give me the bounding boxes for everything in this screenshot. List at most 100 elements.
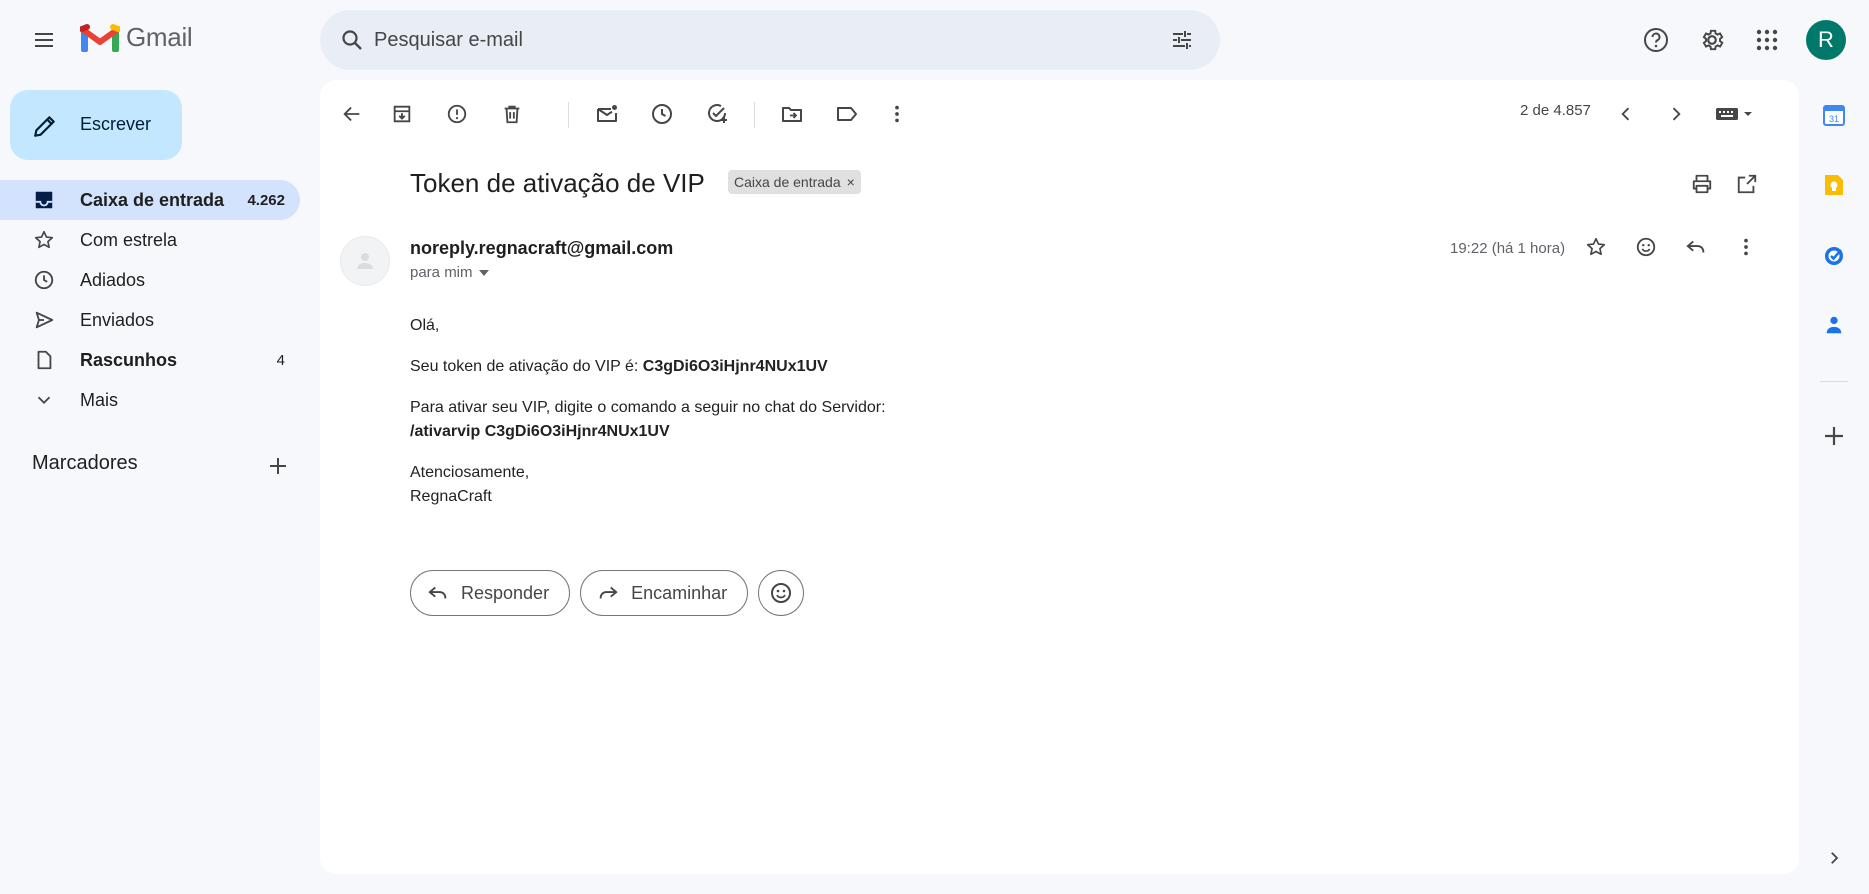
emoji-reaction-button[interactable] xyxy=(758,570,805,616)
chevron-left-icon xyxy=(1621,107,1630,121)
send-icon xyxy=(32,308,56,332)
reply-pill-button[interactable]: Responder xyxy=(410,570,571,616)
move-to-button[interactable] xyxy=(772,94,812,134)
recipient-text: para mim xyxy=(410,264,473,281)
report-spam-button[interactable] xyxy=(437,94,477,134)
clock-icon xyxy=(32,268,56,292)
help-icon xyxy=(1644,28,1668,52)
search-options-button[interactable] xyxy=(1164,22,1200,58)
sidebar-item-label: Caixa de entrada xyxy=(80,190,225,210)
search-button[interactable] xyxy=(334,22,370,58)
print-icon xyxy=(1692,174,1712,194)
get-addons-button[interactable] xyxy=(1814,416,1854,456)
sidebar-item-snoozed[interactable]: Adiados xyxy=(0,260,300,300)
pagination-count: 2 de 4.857 xyxy=(1520,102,1591,119)
reply-button[interactable] xyxy=(1676,227,1716,267)
sidebar-item-label: Mais xyxy=(80,390,119,410)
tasks-app-button[interactable] xyxy=(1814,235,1854,275)
sidebar-item-starred[interactable]: Com estrela xyxy=(0,220,300,260)
more-vert-icon xyxy=(895,105,899,123)
email-timestamp: 19:22 (há 1 hora) xyxy=(1450,240,1566,257)
more-options-button[interactable] xyxy=(877,94,917,134)
print-button[interactable] xyxy=(1682,164,1722,204)
report-icon xyxy=(447,104,467,124)
inbox-icon xyxy=(32,188,56,212)
tune-icon xyxy=(1173,31,1191,49)
sidebar-nav: Caixa de entrada 4.262 Com estrela Adiad… xyxy=(0,180,300,420)
chevron-right-icon xyxy=(1672,107,1681,121)
labels-button[interactable] xyxy=(827,94,867,134)
support-button[interactable] xyxy=(1632,16,1680,64)
label-icon xyxy=(837,107,857,121)
tasks-icon xyxy=(1825,247,1843,265)
recipient-details[interactable]: para mim xyxy=(410,264,489,281)
add-to-tasks-button[interactable] xyxy=(697,94,737,134)
compose-button[interactable]: Escrever xyxy=(10,90,182,160)
person-icon xyxy=(357,253,373,269)
back-button[interactable] xyxy=(332,94,372,134)
calendar-day: 31 xyxy=(1829,114,1839,124)
token-line-text: Seu token de ativação do VIP é: xyxy=(410,358,643,375)
labels-header: Marcadores xyxy=(32,452,138,474)
forward-pill-button[interactable]: Encaminhar xyxy=(580,570,749,616)
mark-unread-icon xyxy=(597,105,617,122)
draft-icon xyxy=(32,348,56,372)
sidebar-item-more[interactable]: Mais xyxy=(0,380,300,420)
unread-count: 4.262 xyxy=(247,192,285,209)
keep-app-button[interactable] xyxy=(1814,165,1854,205)
newer-button[interactable] xyxy=(1606,94,1646,134)
mark-unread-button[interactable] xyxy=(587,94,627,134)
apps-grid-icon xyxy=(1756,29,1778,51)
emoji-icon xyxy=(1636,237,1656,257)
pencil-icon xyxy=(34,116,55,137)
gmail-logo[interactable]: Gmail xyxy=(80,22,193,53)
contacts-app-button[interactable] xyxy=(1814,305,1854,345)
add-reaction-button[interactable] xyxy=(1626,227,1666,267)
toolbar-divider xyxy=(754,102,755,128)
star-button[interactable] xyxy=(1576,227,1616,267)
expand-side-panel-button[interactable] xyxy=(1814,838,1854,878)
chevron-down-icon xyxy=(32,388,56,412)
calendar-app-button[interactable]: 31 xyxy=(1814,95,1854,135)
emoji-icon xyxy=(771,583,792,603)
reply-label: Responder xyxy=(461,582,550,603)
plus-icon xyxy=(270,458,286,474)
forward-icon xyxy=(599,586,618,599)
more-vert-icon xyxy=(1744,238,1748,256)
sender-address[interactable]: noreply.regnacraft@gmail.com xyxy=(410,238,673,259)
settings-button[interactable] xyxy=(1688,16,1736,64)
snooze-button[interactable] xyxy=(642,94,682,134)
account-avatar[interactable]: R xyxy=(1806,20,1846,60)
archive-button[interactable] xyxy=(382,94,422,134)
token-value: C3gDi6O3iHjnr4NUx1UV xyxy=(642,358,828,375)
sidebar-item-drafts[interactable]: Rascunhos 4 xyxy=(0,340,300,380)
sidebar-item-inbox[interactable]: Caixa de entrada 4.262 xyxy=(0,180,300,220)
search-icon xyxy=(342,30,362,50)
create-label-button[interactable] xyxy=(264,452,292,480)
reply-icon xyxy=(428,586,447,599)
open-new-window-button[interactable] xyxy=(1727,164,1767,204)
chevron-right-icon xyxy=(1831,852,1839,864)
message-more-button[interactable] xyxy=(1726,227,1766,267)
inbox-label-chip: Caixa de entrada × xyxy=(728,170,861,194)
delete-button[interactable] xyxy=(492,94,532,134)
main-menu-button[interactable] xyxy=(20,16,68,64)
top-bar: Gmail R xyxy=(0,0,1869,80)
older-button[interactable] xyxy=(1656,94,1696,134)
signoff-paragraph: Atenciosamente, RegnaCraft xyxy=(410,461,886,509)
search-input[interactable] xyxy=(374,10,1134,70)
apps-button[interactable] xyxy=(1743,16,1791,64)
sidebar-item-sent[interactable]: Enviados xyxy=(0,300,300,340)
archive-icon xyxy=(393,105,411,123)
contacts-icon xyxy=(1826,316,1842,334)
sender-avatar[interactable] xyxy=(340,236,390,286)
calendar-icon: 31 xyxy=(1823,105,1845,126)
sidebar-item-label: Rascunhos xyxy=(80,350,178,370)
input-tools-button[interactable] xyxy=(1708,94,1764,134)
trash-icon xyxy=(504,105,520,124)
email-view: 2 de 4.857 Token de ativação de VIP Caix… xyxy=(320,80,1799,874)
closing-text: Atenciosamente, xyxy=(410,464,530,481)
add-task-icon xyxy=(708,104,727,123)
remove-label-button[interactable]: × xyxy=(847,174,855,190)
instruction-paragraph: Para ativar seu VIP, digite o comando a … xyxy=(410,396,886,444)
